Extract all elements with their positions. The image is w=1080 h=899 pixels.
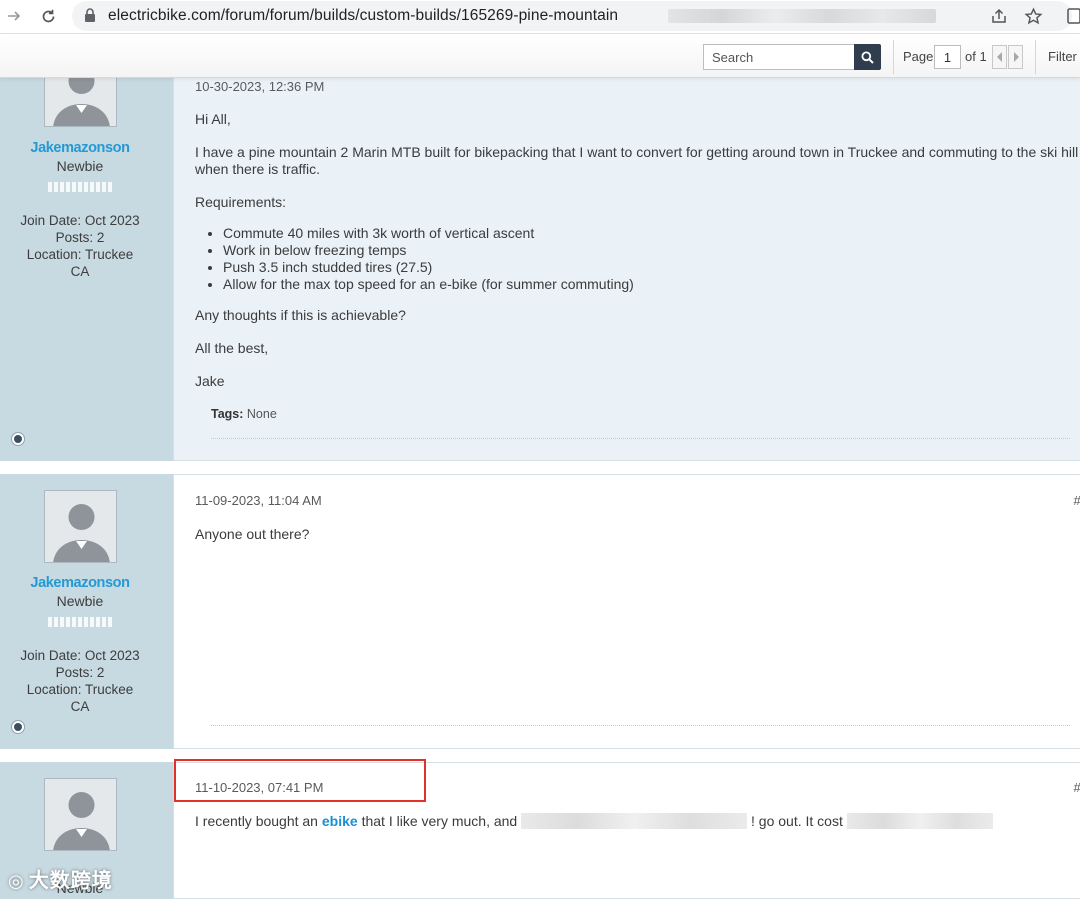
thread-toolbar: Page of 1 Filter <box>0 35 1080 78</box>
share-icon[interactable] <box>988 5 1010 27</box>
user-title: Newbie <box>56 158 104 174</box>
post-text: Jake <box>195 373 225 389</box>
search-button[interactable] <box>854 44 881 70</box>
next-page-button[interactable] <box>1008 45 1023 69</box>
watermark: ◎ 大数跨境 <box>8 864 113 893</box>
post-count: Posts: 2 <box>55 230 105 245</box>
lock-icon <box>84 8 96 28</box>
post-text: ! go out. It cost <box>751 813 843 829</box>
chevron-right-icon <box>1013 52 1019 62</box>
post-1: Jakemazonson Newbie Join Date: Oct 2023 … <box>0 40 1080 461</box>
post-count: Posts: 2 <box>55 665 105 680</box>
post-divider <box>211 438 1070 439</box>
redacted-text <box>846 813 993 829</box>
post-number-link[interactable]: #2 <box>1074 493 1080 508</box>
post-message: Anyone out there? <box>195 526 310 542</box>
post-text: I recently bought an <box>195 813 318 829</box>
filter-button[interactable]: Filter <box>1048 49 1077 64</box>
chevron-left-icon <box>996 52 1002 62</box>
post-date: 10-30-2023, 12:36 PM <box>195 79 325 94</box>
toolbar-divider <box>1035 40 1036 74</box>
post-content: 10-30-2023, 12:36 PM Hi All, I have a pi… <box>173 40 1080 461</box>
list-item: Commute 40 miles with 3k worth of vertic… <box>223 225 1080 242</box>
post-message: Hi All, I have a pine mountain 2 Marin M… <box>195 111 1080 406</box>
tags-label: Tags: <box>211 407 244 421</box>
post-message: I recently bought an ebike that I like v… <box>195 813 993 830</box>
page-number-input[interactable] <box>934 45 961 69</box>
online-status-icon <box>12 721 24 733</box>
post-tags: Tags: None <box>211 407 277 421</box>
user-sidebar: Jakemazonson Newbie Join Date: Oct 2023 … <box>0 40 173 461</box>
post-date: 11-09-2023, 11:04 AM <box>195 493 322 508</box>
online-status-icon <box>12 433 24 445</box>
user-info: Join Date: Oct 2023 Posts: 2 Location: T… <box>0 212 160 280</box>
redacted-url-part <box>668 9 936 23</box>
watermark-text: 大数跨境 <box>28 870 113 892</box>
username-link[interactable]: Jakemazonson <box>0 140 160 156</box>
ebike-link[interactable]: ebike <box>322 813 358 829</box>
post-content: 11-09-2023, 11:04 AM #2 Anyone out there… <box>173 474 1080 749</box>
list-item: Work in below freezing temps <box>223 242 1080 259</box>
reputation-bar <box>48 182 112 192</box>
search-icon <box>861 51 874 64</box>
reputation-bar <box>48 617 112 627</box>
join-date: Join Date: Oct 2023 <box>20 648 140 663</box>
location: Location: Truckee <box>26 682 134 697</box>
avatar[interactable] <box>44 778 117 851</box>
post-text: Requirements: <box>195 194 287 210</box>
browser-toolbar: electricbike.com/forum/forum/builds/cust… <box>0 0 1080 34</box>
post-3: Newbie 11-10-2023, 07:41 PM #3 I recentl… <box>0 762 1080 899</box>
search-input[interactable] <box>703 44 855 70</box>
post-text: that I like very much, and <box>361 813 518 829</box>
post-divider <box>211 725 1070 726</box>
location-region: CA <box>70 264 90 279</box>
post-text: All the best, <box>195 340 269 356</box>
username-link[interactable]: Jakemazonson <box>0 575 160 591</box>
address-bar[interactable]: electricbike.com/forum/forum/builds/cust… <box>72 1 1072 31</box>
prev-page-button[interactable] <box>992 45 1007 69</box>
avatar[interactable] <box>44 490 117 563</box>
requirements-list: Commute 40 miles with 3k worth of vertic… <box>223 225 1080 293</box>
post-text: Hi All, <box>195 111 231 127</box>
location-region: CA <box>70 699 90 714</box>
forward-icon[interactable] <box>2 4 26 28</box>
tab-icon[interactable] <box>1062 5 1080 27</box>
tags-value: None <box>246 407 277 421</box>
watermark-logo-icon: ◎ <box>8 871 25 891</box>
list-item: Push 3.5 inch studded tires (27.5) <box>223 259 1080 276</box>
user-sidebar: Jakemazonson Newbie Join Date: Oct 2023 … <box>0 474 173 749</box>
redacted-text <box>521 813 748 829</box>
list-item: Allow for the max top speed for an e-bik… <box>223 276 1080 293</box>
page-label: Page <box>903 49 934 64</box>
url-text[interactable]: electricbike.com/forum/forum/builds/cust… <box>108 7 618 25</box>
post-text: I have a pine mountain 2 Marin MTB built… <box>195 144 1079 177</box>
page-count-label: of 1 <box>965 49 987 64</box>
user-info: Join Date: Oct 2023 Posts: 2 Location: T… <box>0 647 160 715</box>
post-text: Any thoughts if this is achievable? <box>195 307 406 323</box>
toolbar-divider <box>893 40 894 74</box>
reload-icon[interactable] <box>36 4 60 28</box>
highlight-annotation <box>174 759 426 802</box>
join-date: Join Date: Oct 2023 <box>20 213 140 228</box>
star-icon[interactable] <box>1022 5 1044 27</box>
user-title: Newbie <box>56 593 104 609</box>
post-2: Jakemazonson Newbie Join Date: Oct 2023 … <box>0 474 1080 749</box>
location: Location: Truckee <box>26 247 134 262</box>
post-number-link[interactable]: #3 <box>1074 780 1080 795</box>
